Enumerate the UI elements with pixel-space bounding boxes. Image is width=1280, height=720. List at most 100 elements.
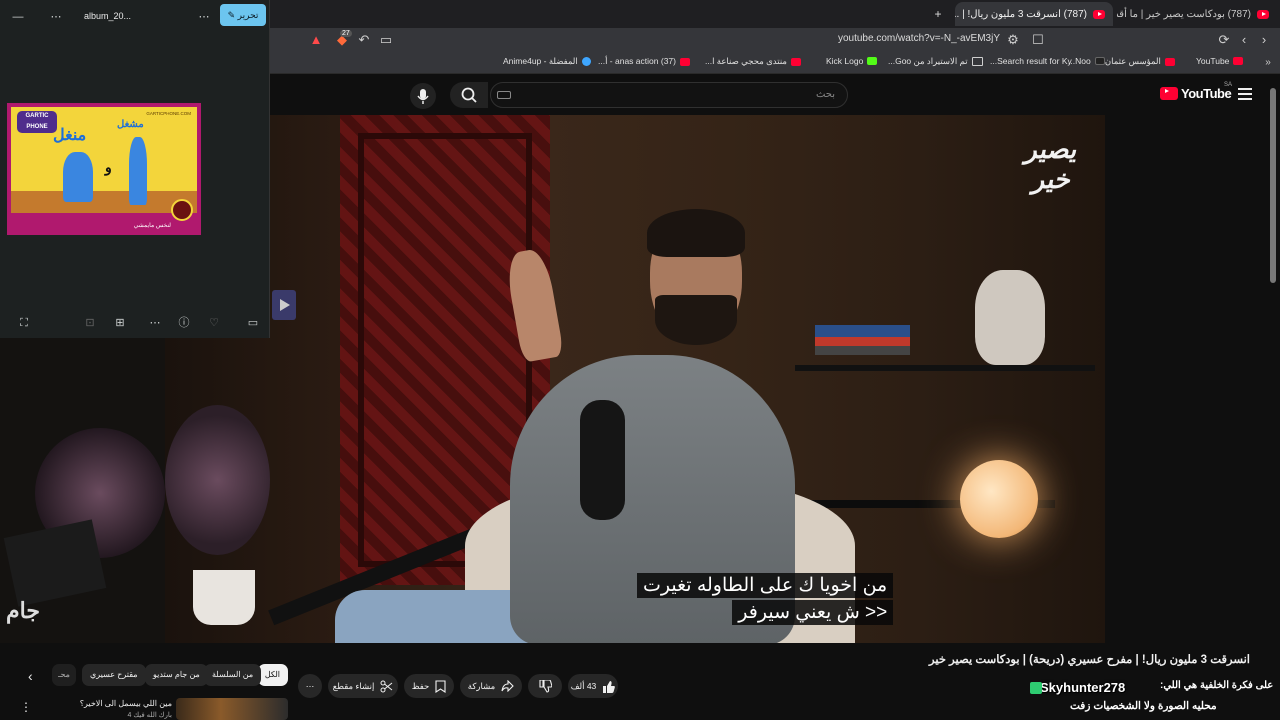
bookmark-item[interactable]: (37) anas action - أ... [598, 56, 690, 67]
live-comment-text: على فكرة الخلفية هي اللي: [1160, 680, 1274, 691]
tab-label: (787) انسرقت 3 مليون ريال! | ... [955, 8, 1087, 20]
forward-icon[interactable]: ‹ [1236, 32, 1252, 48]
cast-icon[interactable]: ▭ [378, 32, 394, 48]
bookmark-item[interactable]: المؤسس عثمان-... [1095, 56, 1175, 67]
more-options-icon[interactable]: ⋯ [196, 10, 212, 24]
video-captions: من اخويا ك على الطاوله تغيرت << ش يعني س… [637, 573, 894, 627]
brand-badge [171, 199, 193, 221]
youtube-icon [680, 57, 690, 66]
tablet-decor [3, 519, 107, 607]
bookmark-item[interactable]: YouTube [1196, 56, 1244, 66]
more-options-icon[interactable]: ⋯ [147, 316, 163, 330]
bookmark-item[interactable]: تم الاستيراد من Goo... [888, 56, 983, 67]
bookmark-star-icon[interactable]: ☐ [1030, 32, 1046, 48]
info-icon[interactable]: ⓘ [176, 316, 192, 330]
channel-watermark: يصير خير [1022, 135, 1082, 195]
more-horizontal-icon: ⋯ [305, 680, 315, 691]
share-button[interactable]: مشاركة [460, 674, 522, 698]
bookmarks-overflow-icon[interactable]: » [1260, 55, 1276, 71]
photos-viewer-window: — ⋯ album_20... ⋯ تحرير ✎ GARTIC PHONE GA… [0, 0, 270, 338]
video-player[interactable]: يصير خير من اخويا ك على الطاوله تغيرت <<… [165, 115, 1105, 643]
more-actions-button[interactable]: ⋯ [298, 674, 322, 698]
reload-icon[interactable]: ⟳ [1216, 32, 1232, 48]
chips-scroll-left-icon[interactable]: ‹ [28, 668, 33, 684]
album-title: album_20... [84, 11, 132, 21]
chip-jam-studio[interactable]: من جام ستديو [145, 664, 208, 686]
member-badge-icon [1030, 682, 1042, 694]
recommended-video-subtitle: بارك الله فيك 4 [127, 712, 172, 719]
play-indicator [272, 290, 296, 320]
youtube-icon [1164, 57, 1175, 66]
keyboard-icon[interactable] [497, 91, 511, 99]
url-field[interactable]: youtube.com/watch?v=-N_-avEM3jY [700, 33, 1000, 44]
thumbs-down-icon [538, 679, 552, 693]
microphone-icon [417, 89, 429, 104]
site-icon [1094, 57, 1105, 65]
recommended-video-title[interactable]: مين اللي بيسمل الى الاخير؟ [52, 699, 172, 708]
more-options-icon[interactable]: ⋯ [48, 10, 64, 24]
bookmark-item[interactable]: المفضلة - Anime4up [503, 56, 591, 67]
chip-series[interactable]: من السلسلة [204, 664, 262, 686]
save-button[interactable]: حفظ [404, 674, 454, 698]
site-icon [581, 57, 591, 66]
photo-thumbnail[interactable]: GARTIC PHONE GARTICPHONE.COM منغل مشغل و … [7, 103, 201, 235]
tab-inactive[interactable]: (787) بودكاست يصير خير | ما أقدر أقول... [1117, 2, 1277, 26]
cartoon-character [63, 152, 93, 202]
search-input[interactable]: بحث [490, 82, 848, 108]
page-scrollbar[interactable] [1270, 88, 1276, 283]
voice-search-button[interactable] [410, 83, 436, 109]
tab-active[interactable]: (787) انسرقت 3 مليون ريال! | ... ✕ [955, 2, 1113, 26]
youtube-logo[interactable]: YouTube SA [1160, 82, 1232, 101]
side-watermark: جام [6, 598, 40, 623]
share-icon [501, 680, 514, 692]
caption-line: من اخويا ك على الطاوله تغيرت [637, 573, 894, 598]
clip-button[interactable]: إنشاء مقطع [328, 674, 398, 698]
live-comment-text: محليه الصورة ولا الشخصيات زفت [1070, 700, 1217, 712]
menu-icon[interactable] [1238, 88, 1252, 100]
bookmark-item[interactable]: Noo... [1068, 56, 1105, 66]
bookmark-item[interactable]: منتدى محجي صناعة ا... [705, 56, 801, 67]
favorite-icon[interactable]: ♡ [206, 316, 222, 330]
crop-icon[interactable]: ⊡ [82, 316, 98, 330]
chip-suggested[interactable]: مقترح عسيري [82, 664, 146, 686]
extension-badge: 27 [340, 30, 352, 37]
youtube-favicon-icon [1257, 9, 1269, 19]
fullscreen-icon[interactable]: ⛶ [16, 316, 32, 330]
back-icon[interactable]: › [1256, 32, 1272, 48]
bookmark-item[interactable]: Search result for Ky... [990, 56, 1072, 66]
youtube-favicon-icon [1093, 9, 1105, 19]
new-tab-icon[interactable]: + [928, 4, 948, 24]
video-title: انسرقت 3 مليون ريال! | مفرح عسيري (دريحة… [929, 654, 1250, 666]
bookmark-icon [435, 679, 446, 693]
like-button[interactable]: 43 ألف [568, 674, 618, 698]
more-vertical-icon[interactable]: ⋮ [20, 700, 32, 714]
visual-search-icon[interactable]: ⊞ [112, 316, 128, 330]
minimize-icon[interactable]: — [10, 10, 26, 24]
bookmark-item[interactable]: Kick Logo [826, 56, 878, 66]
kick-icon [867, 57, 878, 65]
podcast-microphone [580, 400, 625, 520]
search-icon [461, 87, 477, 103]
gartic-phone-logo: GARTIC PHONE [17, 111, 57, 133]
thumbs-up-icon [603, 680, 616, 693]
youtube-logo-icon [1160, 87, 1178, 100]
site-settings-icon[interactable]: ⚙ [1005, 32, 1021, 48]
play-icon [280, 299, 290, 311]
search-button[interactable] [450, 82, 488, 108]
youtube-icon [1233, 57, 1244, 65]
youtube-icon [790, 57, 801, 66]
live-comment-author: Skyhunter278 [1040, 680, 1126, 695]
scissors-icon [380, 680, 393, 692]
edit-button[interactable]: تحرير ✎ [220, 4, 266, 26]
caption-line: << ش يعني سيرفر [732, 600, 894, 625]
chip-all[interactable]: الكل [258, 664, 288, 686]
filmstrip-icon[interactable]: ▭ [245, 316, 261, 330]
dislike-button[interactable] [528, 674, 562, 698]
alert-extension-icon[interactable]: ▲ [308, 32, 324, 48]
cartoon-character [129, 137, 147, 205]
share-page-icon[interactable]: ↶ [356, 32, 372, 48]
chip-more[interactable]: محـ [52, 664, 76, 686]
tab-label: (787) بودكاست يصير خير | ما أقدر أقول... [1117, 8, 1251, 20]
recommended-video-thumbnail[interactable] [176, 698, 288, 720]
folder-icon [971, 57, 983, 66]
